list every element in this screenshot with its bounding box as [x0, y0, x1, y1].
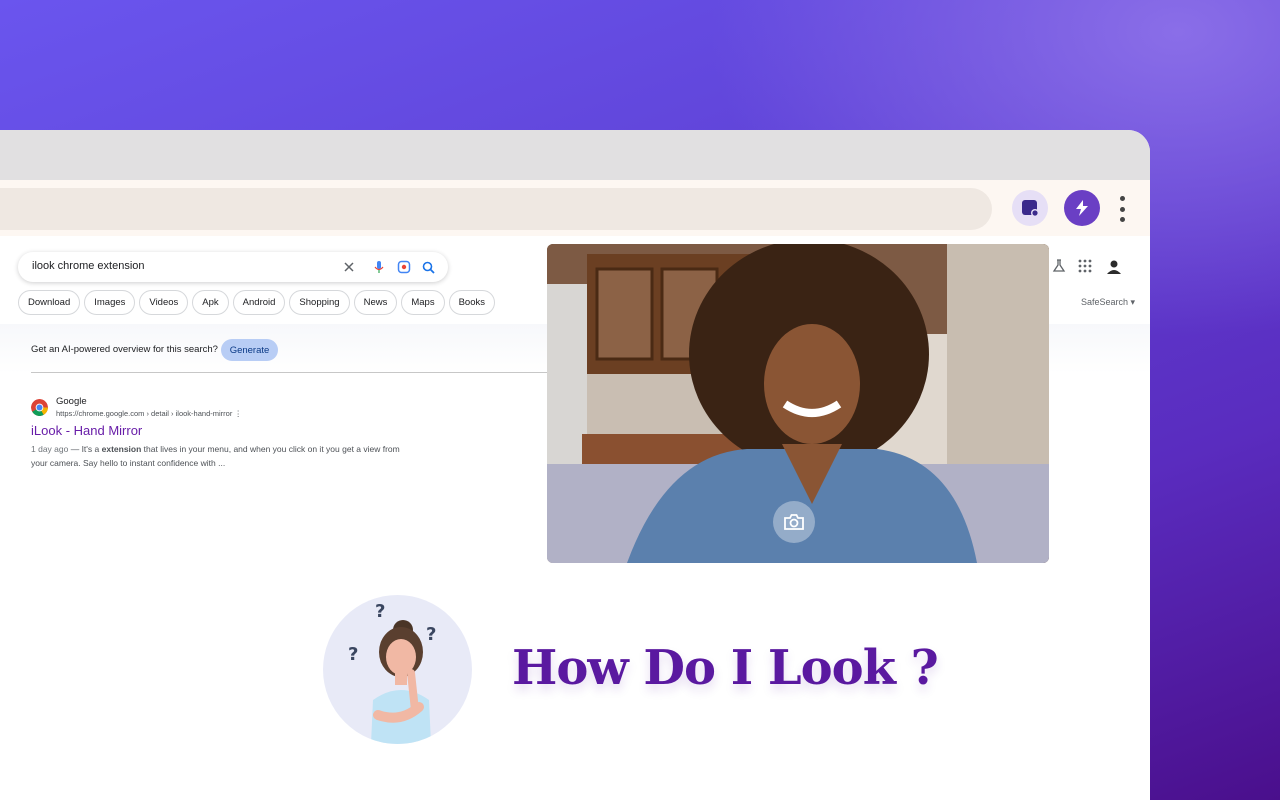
- divider: [31, 372, 551, 373]
- header-tools: [1052, 256, 1124, 276]
- svg-text:?: ?: [375, 601, 385, 622]
- labs-flask-icon[interactable]: [1052, 259, 1066, 273]
- clear-icon[interactable]: [340, 258, 358, 276]
- mirror-extension-button[interactable]: [1012, 190, 1048, 226]
- search-input[interactable]: ilook chrome extension: [18, 252, 448, 282]
- apps-grid-icon[interactable]: [1078, 259, 1092, 273]
- safesearch-dropdown[interactable]: SafeSearch ▾: [1081, 297, 1135, 308]
- account-avatar-icon[interactable]: [1104, 256, 1124, 276]
- more-options-icon[interactable]: ⋮: [234, 409, 242, 418]
- result-url-text: https://chrome.google.com › detail › ilo…: [56, 409, 233, 418]
- lightning-extension-icon: [1076, 200, 1088, 216]
- thinking-woman-illustration: ? ? ?: [323, 595, 472, 744]
- chip-news[interactable]: News: [353, 290, 398, 315]
- ai-overview-prompt: Get an AI-powered overview for this sear…: [31, 344, 218, 355]
- search-query: ilook chrome extension: [32, 260, 145, 272]
- result-url[interactable]: https://chrome.google.com › detail › ilo…: [56, 409, 242, 418]
- promo-tagline: How Do I Look ?: [512, 640, 939, 696]
- snippet-part: — It's a: [68, 444, 102, 454]
- chip-videos[interactable]: Videos: [139, 290, 189, 315]
- result-title-link[interactable]: iLook - Hand Mirror: [31, 423, 142, 438]
- lens-icon[interactable]: [395, 258, 413, 276]
- svg-text:?: ?: [348, 644, 358, 665]
- browser-menu-icon[interactable]: [1112, 196, 1132, 222]
- tab-strip: [0, 130, 1150, 180]
- chip-images[interactable]: Images: [84, 290, 136, 315]
- camera-icon: [784, 514, 804, 530]
- safesearch-label: SafeSearch: [1081, 297, 1129, 307]
- lightning-extension-button[interactable]: [1064, 190, 1100, 226]
- result-snippet: 1 day ago — It's a extension that lives …: [31, 442, 401, 470]
- result-date: 1 day ago: [31, 444, 69, 454]
- address-bar[interactable]: [0, 188, 992, 230]
- browser-toolbar: [0, 180, 1150, 236]
- generate-button[interactable]: Generate: [221, 339, 278, 361]
- chip-books[interactable]: Books: [448, 290, 495, 315]
- search-icon[interactable]: [419, 258, 437, 276]
- filter-chips: Download Images Videos Apk Android Shopp…: [18, 290, 495, 315]
- chip-android[interactable]: Android: [232, 290, 286, 315]
- chrome-favicon-icon: [31, 399, 48, 416]
- camera-preview: [547, 244, 1049, 563]
- microphone-icon[interactable]: [370, 258, 388, 276]
- svg-text:?: ?: [426, 624, 436, 645]
- chip-maps[interactable]: Maps: [401, 290, 445, 315]
- capture-photo-button[interactable]: [773, 501, 815, 543]
- mirror-extension-icon: [1022, 200, 1039, 217]
- chip-download[interactable]: Download: [18, 290, 81, 315]
- result-site-name: Google: [56, 396, 87, 407]
- chip-apk[interactable]: Apk: [192, 290, 229, 315]
- chip-shopping[interactable]: Shopping: [289, 290, 350, 315]
- snippet-highlight: extension: [101, 444, 142, 454]
